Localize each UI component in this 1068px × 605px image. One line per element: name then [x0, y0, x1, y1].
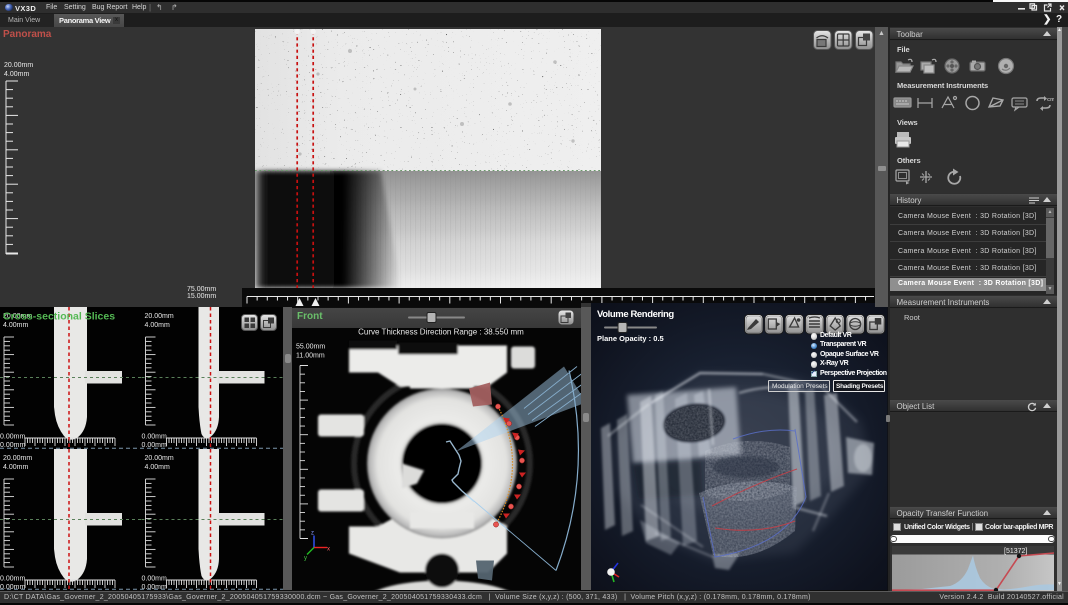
- svg-text:55.00mm: 55.00mm: [296, 343, 325, 350]
- svg-text:x: x: [327, 546, 330, 552]
- svg-text:z: z: [311, 530, 314, 536]
- svg-text:cm: cm: [1047, 97, 1054, 103]
- svg-text:[51372]: [51372]: [1004, 548, 1027, 555]
- svg-text:11.00mm: 11.00mm: [296, 352, 325, 359]
- svg-text:Cross-sectional Slices: Cross-sectional Slices: [3, 311, 115, 323]
- svg-text:y: y: [304, 555, 307, 561]
- svg-text:Curve Thickness Direction Rang: Curve Thickness Direction Range : 38.550…: [358, 328, 524, 337]
